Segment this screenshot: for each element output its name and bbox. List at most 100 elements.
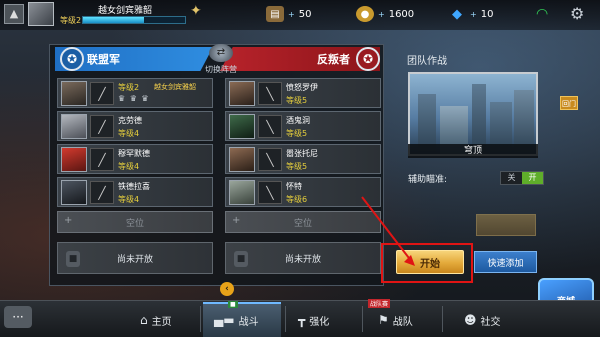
lock-icon: ■	[234, 251, 248, 267]
blue-slot-3[interactable]: ╱ 穆罕默德 等级4	[57, 144, 213, 174]
toggle-on[interactable]: 开	[522, 172, 543, 184]
player-portrait	[61, 114, 87, 139]
slot-level: 等级5	[286, 162, 308, 171]
toggle-off[interactable]: 关	[501, 172, 522, 184]
badge-icon: ▲	[4, 4, 24, 24]
slot-name: 越女剑宾雅韶	[154, 83, 196, 91]
lock-icon: ■	[66, 251, 80, 267]
blue-locked-slot: ■ 尚未开放	[57, 242, 213, 274]
resource-ammo[interactable]: ▤ + 50	[266, 5, 311, 23]
chat-button[interactable]: ···	[4, 306, 32, 328]
quick-add-button[interactable]: 快速添加	[474, 251, 537, 273]
start-button[interactable]: 开始	[396, 250, 464, 274]
weapon-icon: ╲	[258, 115, 282, 138]
map-tag[interactable]: 回门	[560, 96, 578, 110]
home-icon: ⌂	[140, 313, 148, 327]
locked-slot-label: 尚未开放	[116, 254, 153, 265]
rank-badges: ♛ ♛ ♛	[118, 94, 150, 103]
nav-squad[interactable]: ⚑ 战队	[378, 308, 413, 332]
blue-slot-4[interactable]: ╱ 铁德拉喜 等级4	[57, 177, 213, 207]
blue-slot-2[interactable]: ╱ 克劳德 等级4	[57, 111, 213, 141]
red-slot-1[interactable]: ╲ 愤怒罗伊 等级5	[225, 78, 381, 108]
weapon-icon: ╱	[90, 181, 114, 204]
player-portrait	[61, 180, 87, 205]
add-diamond-icon[interactable]: +	[470, 10, 477, 19]
slot-name: 铁德拉喜	[118, 182, 150, 191]
nav-upgrade-label: 强化	[309, 316, 330, 328]
nav-home[interactable]: ⌂ 主页	[140, 308, 172, 332]
settings-icon[interactable]: ⚙	[570, 4, 584, 23]
nav-social[interactable]: ☻ 社交	[464, 308, 501, 332]
battle-tag: ■	[228, 301, 238, 308]
add-ammo-icon[interactable]: +	[288, 10, 295, 19]
weapon-icon: ╱	[90, 82, 114, 105]
rebel-emblem-icon: ✪	[356, 47, 380, 71]
alliance-emblem-icon: ✪	[60, 47, 84, 71]
switch-faction-icon: ⇄	[209, 44, 233, 62]
ammo-value: 50	[298, 8, 312, 20]
chat-icon: ···	[12, 310, 24, 324]
blue-slot-1[interactable]: ╱ 等级2 越女剑宾雅韶 ♛ ♛ ♛	[57, 78, 213, 108]
nav-home-label: 主页	[151, 316, 172, 328]
player-avatar[interactable]	[28, 2, 54, 26]
resource-diamond[interactable]: ◆ + 10	[448, 5, 493, 23]
weapon-icon: ╲	[258, 181, 282, 204]
faded-button	[476, 214, 536, 236]
red-locked-slot: ■ 尚未开放	[225, 242, 381, 274]
player-name: 越女剑宾雅韶	[98, 6, 153, 16]
squad-tag: 战队赛	[368, 299, 391, 308]
nav-divider	[285, 306, 286, 332]
slot-name: 怀特	[286, 182, 302, 191]
gold-coin-icon: ●	[356, 6, 374, 22]
empty-slot-label: 空位	[125, 218, 144, 229]
nav-divider	[362, 306, 363, 332]
player-portrait	[229, 81, 255, 106]
weapon-icon: ╲	[258, 82, 282, 105]
nav-social-label: 社交	[480, 316, 501, 328]
player-portrait	[61, 81, 87, 106]
nav-squad-label: 战队	[392, 316, 413, 328]
slot-level: 等级5	[286, 96, 308, 105]
gift-icon[interactable]: ✦	[190, 3, 208, 23]
add-icon: +	[232, 215, 241, 226]
gun-icon: ▄▬	[214, 313, 235, 327]
slot-level: 等级6	[286, 195, 308, 204]
map-name: 穹顶	[408, 144, 538, 158]
game-mode-label: 团队作战	[407, 56, 447, 67]
nav-battle[interactable]: ▄▬ 战斗	[214, 308, 259, 332]
xp-bar-fill	[83, 17, 145, 23]
nav-upgrade[interactable]: ┳ 强化	[298, 308, 329, 332]
player-portrait	[229, 147, 255, 172]
assist-aim-toggle[interactable]: 关 开	[500, 171, 544, 185]
blue-empty-slot[interactable]: + 空位	[57, 211, 213, 233]
slot-name: 愤怒罗伊	[286, 83, 318, 92]
diamond-icon: ◆	[452, 6, 462, 22]
red-slot-4[interactable]: ╲ 怀特 等级6	[225, 177, 381, 207]
red-slot-2[interactable]: ╲ 酒鬼洞 等级5	[225, 111, 381, 141]
collapse-chevron-icon[interactable]: ‹	[220, 282, 234, 296]
empty-slot-label: 空位	[293, 218, 312, 229]
slot-level: 等级4	[118, 162, 140, 171]
slot-name: 嚣张托尼	[286, 149, 318, 158]
player-portrait	[61, 147, 87, 172]
switch-faction-label: 切换阵营	[205, 65, 237, 74]
player-portrait	[229, 180, 255, 205]
gold-value: 1600	[388, 8, 415, 20]
red-slot-3[interactable]: ╲ 嚣张托尼 等级5	[225, 144, 381, 174]
weapon-icon: ╱	[90, 115, 114, 138]
slot-level: 等级2	[118, 83, 140, 92]
player-portrait	[229, 114, 255, 139]
assist-aim-label: 辅助瞄准:	[408, 175, 448, 185]
red-empty-slot[interactable]: + 空位	[225, 211, 381, 233]
people-icon: ☻	[464, 313, 477, 327]
xp-bar	[82, 16, 186, 24]
slot-name: 酒鬼洞	[286, 116, 310, 125]
nav-battle-label: 战斗	[238, 316, 259, 328]
hammer-icon: ┳	[298, 313, 306, 327]
slot-level: 等级5	[286, 129, 308, 138]
resource-gold[interactable]: ● + 1600	[356, 5, 414, 23]
weapon-icon: ╲	[258, 148, 282, 171]
weapon-icon: ╱	[90, 148, 114, 171]
add-gold-icon[interactable]: +	[378, 10, 385, 19]
slot-level: 等级4	[118, 129, 140, 138]
